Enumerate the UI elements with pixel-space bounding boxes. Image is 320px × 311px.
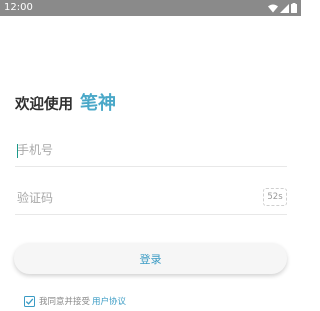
text-cursor bbox=[17, 144, 18, 158]
checkbox-checked-icon[interactable] bbox=[24, 295, 35, 307]
phone-field bbox=[15, 136, 287, 167]
wifi-icon bbox=[268, 4, 278, 12]
status-bar: 12:00 bbox=[0, 0, 301, 16]
code-field: 52s bbox=[15, 184, 287, 215]
agreement-text: 我同意并接受 bbox=[39, 297, 91, 307]
user-agreement-link[interactable]: 用户协议 bbox=[92, 295, 126, 307]
cell-signal-icon bbox=[280, 3, 289, 13]
page-title: 欢迎使用 笔神 bbox=[15, 89, 116, 115]
battery-icon bbox=[291, 3, 297, 13]
status-time: 12:00 bbox=[4, 2, 33, 13]
login-button[interactable]: 登录 bbox=[14, 243, 287, 274]
status-icons bbox=[268, 3, 297, 13]
welcome-text: 欢迎使用 bbox=[15, 97, 73, 113]
code-input[interactable] bbox=[15, 184, 247, 212]
brand-name: 笔神 bbox=[80, 93, 116, 114]
agreement-row: 我同意并接受 用户协议 bbox=[24, 294, 126, 308]
sms-countdown-button[interactable]: 52s bbox=[263, 188, 287, 206]
phone-input[interactable] bbox=[15, 136, 247, 164]
